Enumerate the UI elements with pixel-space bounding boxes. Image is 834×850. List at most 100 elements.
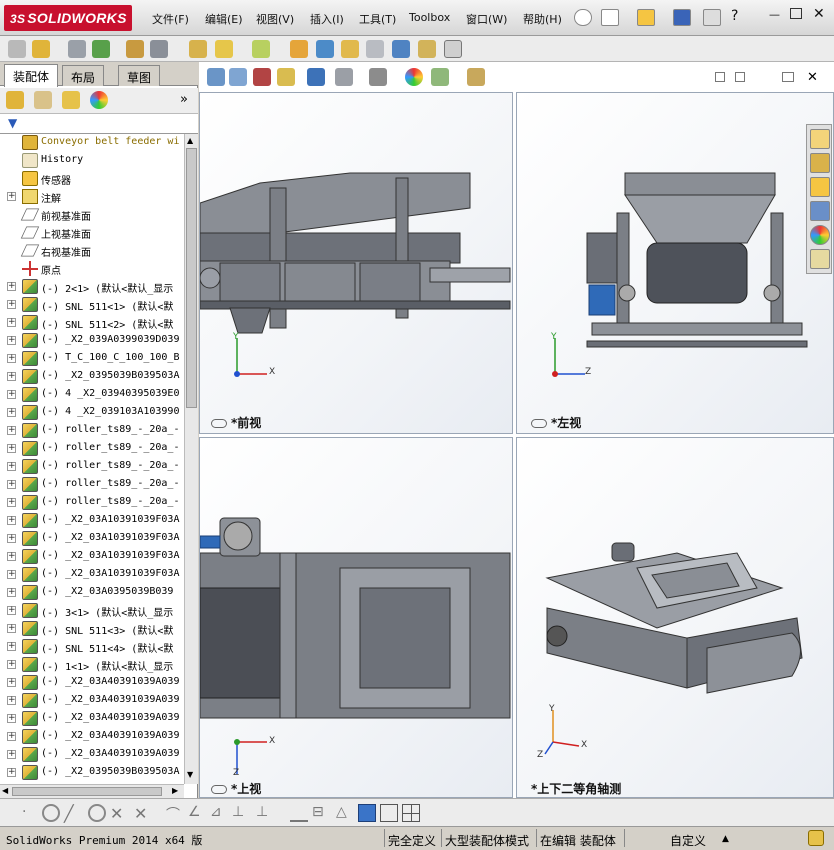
- linear-pattern-icon[interactable]: [92, 40, 110, 58]
- units-arrow-icon[interactable]: ▲: [722, 834, 729, 844]
- tree-item[interactable]: + (-) _X2_03A10391039F03A: [0, 548, 184, 566]
- tree-item[interactable]: + (-) SNL 511<2> (默认<默: [0, 314, 184, 332]
- scroll-left-icon[interactable]: ◀: [2, 786, 8, 795]
- scrollbar-thumb[interactable]: [186, 148, 197, 408]
- graphics-area[interactable]: ✕ Y X Y Z X Z Y X Z *前视 *左视 *上视 *上下二等角轴测: [199, 62, 834, 798]
- shaded-display-icon[interactable]: [358, 804, 376, 822]
- reference-geometry-icon[interactable]: [252, 40, 270, 58]
- tree-horizontal-scrollbar[interactable]: ◀ ▶: [0, 784, 184, 798]
- scroll-up-icon[interactable]: ▲: [187, 136, 196, 146]
- tree-item[interactable]: + (-) _X2_03A40391039A039: [0, 710, 184, 728]
- expand-toggle-icon[interactable]: +: [7, 480, 16, 489]
- tree-item[interactable]: 上视基准面: [0, 224, 184, 242]
- tree-item[interactable]: + (-) _X2_03A10391039F03A: [0, 512, 184, 530]
- tree-item[interactable]: + (-) _X2_03A40391039A039: [0, 674, 184, 692]
- center-circle-icon[interactable]: [88, 804, 106, 822]
- expand-toggle-icon[interactable]: +: [7, 354, 16, 363]
- scroll-right-icon[interactable]: ▶: [172, 786, 178, 795]
- tree-item[interactable]: + (-) SNL 511<1> (默认<默: [0, 296, 184, 314]
- previous-view-icon[interactable]: [253, 68, 271, 86]
- move-component-icon[interactable]: [150, 40, 168, 58]
- expand-toggle-icon[interactable]: +: [7, 552, 16, 561]
- tab-layout[interactable]: 布局: [62, 65, 105, 86]
- expand-toggle-icon[interactable]: +: [7, 642, 16, 651]
- menu-insert[interactable]: 插入(I): [310, 11, 344, 27]
- single-view-icon[interactable]: [715, 72, 725, 82]
- zoom-to-area-icon[interactable]: [229, 68, 247, 86]
- sketch-fillet-icon[interactable]: ⌒: [166, 804, 184, 823]
- design-library-icon[interactable]: [810, 153, 830, 173]
- close-icon[interactable]: ✕: [813, 6, 825, 22]
- tree-item[interactable]: + (-) _X2_039A0399039D039: [0, 332, 184, 350]
- expand-toggle-icon[interactable]: +: [7, 660, 16, 669]
- expand-toggle-icon[interactable]: +: [7, 444, 16, 453]
- expand-toggle-icon[interactable]: +: [7, 192, 16, 201]
- tree-item[interactable]: + (-) _X2_03A40391039A039: [0, 692, 184, 710]
- tab-assembly[interactable]: 装配体: [4, 64, 59, 87]
- four-viewport-icon[interactable]: [402, 804, 420, 822]
- tag-icon[interactable]: [808, 830, 824, 846]
- tree-item[interactable]: + (-) SNL 511<3> (默认<默: [0, 620, 184, 638]
- tree-item[interactable]: + (-) roller_ts89_-_20a_-: [0, 494, 184, 512]
- new-document-icon[interactable]: [601, 9, 619, 26]
- interference-detection-icon[interactable]: [392, 40, 410, 58]
- save-icon[interactable]: [673, 9, 691, 26]
- expand-toggle-icon[interactable]: +: [7, 768, 16, 777]
- expand-toggle-icon[interactable]: +: [7, 696, 16, 705]
- relation-icon[interactable]: ⊟: [312, 804, 330, 822]
- tree-item[interactable]: + (-) 4 _X2_039103A103990: [0, 404, 184, 422]
- expand-toggle-icon[interactable]: +: [7, 624, 16, 633]
- expand-toggle-icon[interactable]: +: [7, 300, 16, 309]
- section-view-icon[interactable]: [277, 68, 295, 86]
- two-view-icon[interactable]: [735, 72, 745, 82]
- bill-of-materials-icon[interactable]: [316, 40, 334, 58]
- tree-item[interactable]: + (-) _X2_03A10391039F03A: [0, 566, 184, 584]
- tree-item[interactable]: + (-) _X2_0395039B039503A: [0, 368, 184, 386]
- menu-window[interactable]: 窗口(W): [466, 11, 507, 27]
- view-settings-icon[interactable]: [467, 68, 485, 86]
- tree-item[interactable]: + (-) T_C_100_C_100_100_B: [0, 350, 184, 368]
- view-palette-icon[interactable]: [810, 201, 830, 221]
- display-style-icon[interactable]: [335, 68, 353, 86]
- status-units-custom[interactable]: 自定义: [670, 832, 706, 849]
- expand-toggle-icon[interactable]: +: [7, 732, 16, 741]
- tab-sketch[interactable]: 草图: [118, 65, 161, 86]
- tree-root-item[interactable]: Conveyor belt feeder wi: [0, 134, 184, 152]
- expand-toggle-icon[interactable]: +: [7, 516, 16, 525]
- expand-toggle-icon[interactable]: +: [7, 714, 16, 723]
- hscrollbar-thumb[interactable]: [12, 787, 162, 796]
- expand-toggle-icon[interactable]: +: [7, 426, 16, 435]
- tree-item[interactable]: + (-) roller_ts89_-_20a_-: [0, 476, 184, 494]
- tree-item[interactable]: 前视基准面: [0, 206, 184, 224]
- expand-toggle-icon[interactable]: +: [7, 606, 16, 615]
- expand-toggle-icon[interactable]: +: [7, 408, 16, 417]
- filter-icon[interactable]: ▼: [8, 116, 17, 130]
- close-view-icon[interactable]: ✕: [807, 70, 818, 85]
- edit-appearance-icon[interactable]: [405, 68, 423, 86]
- tree-item[interactable]: + 注解: [0, 188, 184, 206]
- menu-tools[interactable]: 工具(T): [359, 11, 396, 27]
- minimize-icon[interactable]: —: [769, 8, 780, 21]
- circle-icon[interactable]: [42, 804, 60, 822]
- expand-toggle-icon[interactable]: +: [7, 372, 16, 381]
- trim-icon[interactable]: ✕: [110, 804, 128, 823]
- tree-item[interactable]: 原点: [0, 260, 184, 278]
- single-viewport-icon[interactable]: [380, 804, 398, 822]
- viewport-left[interactable]: [516, 92, 834, 434]
- menu-toolbox[interactable]: Toolbox: [409, 11, 450, 24]
- tree-item[interactable]: + (-) roller_ts89_-_20a_-: [0, 458, 184, 476]
- file-explorer-icon[interactable]: [810, 177, 830, 197]
- filter-bar[interactable]: ▼: [0, 114, 198, 134]
- zoom-to-fit-icon[interactable]: [207, 68, 225, 86]
- print-icon[interactable]: [703, 9, 721, 26]
- feature-manager-icon[interactable]: [6, 91, 24, 109]
- assembly-features-icon[interactable]: [215, 40, 233, 58]
- viewport-front[interactable]: [199, 92, 513, 434]
- insert-component-icon[interactable]: [32, 40, 50, 58]
- smart-fasteners-icon[interactable]: [126, 40, 144, 58]
- property-manager-icon[interactable]: [34, 91, 52, 109]
- display-manager-icon[interactable]: [90, 91, 108, 109]
- help-icon[interactable]: ?: [731, 8, 738, 24]
- maximize-icon[interactable]: [790, 8, 802, 19]
- tree-item[interactable]: 传感器: [0, 170, 184, 188]
